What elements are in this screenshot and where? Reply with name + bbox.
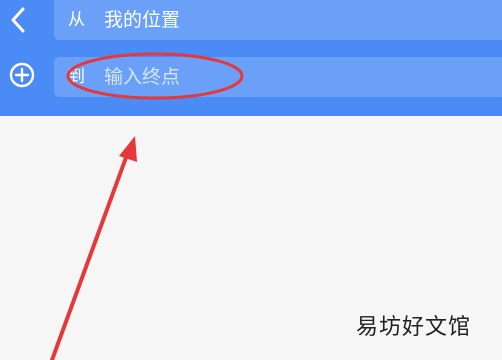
route-header: 从 我的位置 到 输入终点 [0,0,502,116]
destination-input-placeholder[interactable]: 输入终点 [104,64,180,90]
destination-prefix: 到 [68,67,85,87]
annotation-arrow-head [119,136,137,162]
origin-field[interactable]: 从 我的位置 [54,0,502,40]
plus-circle-icon [9,62,35,88]
annotation-arrow-shaft [50,150,130,360]
origin-prefix: 从 [68,10,85,30]
destination-field[interactable]: 到 输入终点 [54,57,502,97]
back-button[interactable] [0,0,40,40]
add-stop-button[interactable] [0,56,44,96]
origin-value: 我的位置 [104,9,181,31]
chevron-left-icon [11,7,25,33]
watermark: 易坊好文馆 [356,315,472,340]
